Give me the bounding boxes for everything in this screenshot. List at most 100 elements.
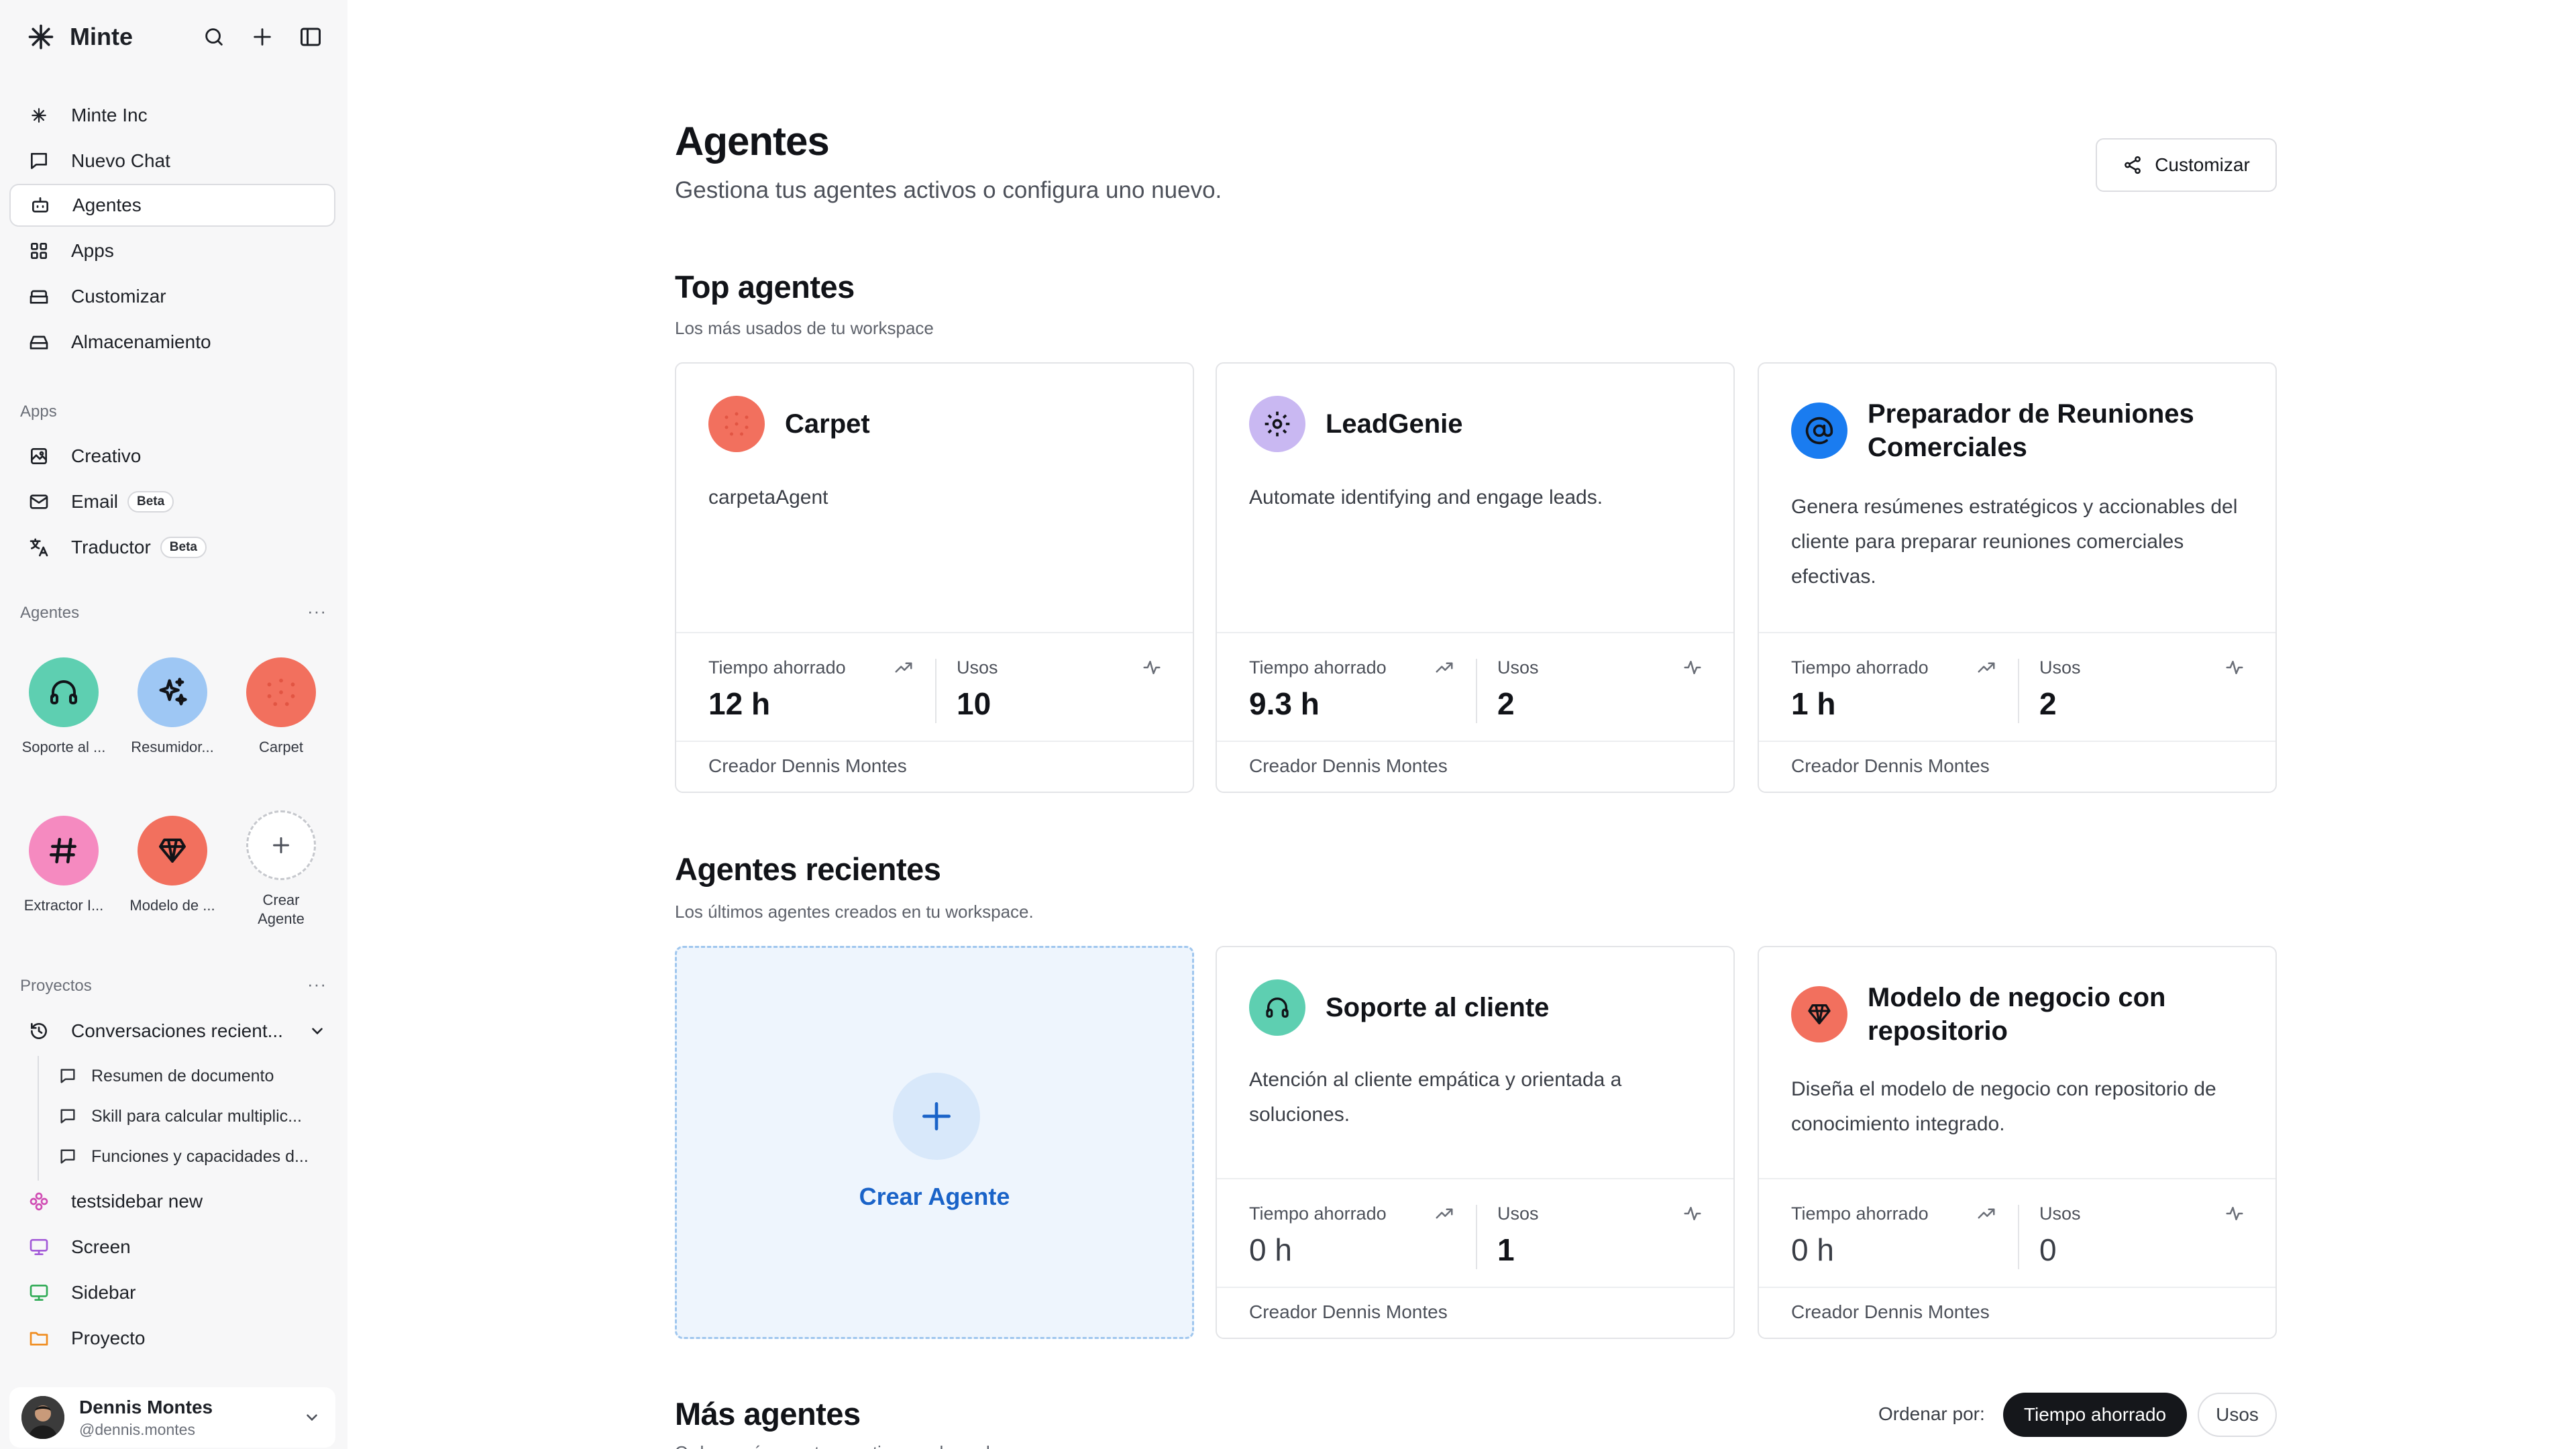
sidebar-agent-carpet[interactable]: Carpet bbox=[231, 657, 331, 757]
sidebar-item-label: Nuevo Chat bbox=[71, 150, 170, 171]
sidebar: Minte Minte Inc Nuevo Chat Agentes Apps … bbox=[0, 0, 347, 1449]
sidebar-item-apps[interactable]: Apps bbox=[9, 229, 335, 272]
sidebar-item-email[interactable]: Email Beta bbox=[9, 480, 335, 523]
agent-card-creator: Creador Dennis Montes bbox=[1249, 1301, 1448, 1322]
history-icon bbox=[27, 1019, 51, 1043]
agent-card-leadgenie[interactable]: LeadGenie Automate identifying and engag… bbox=[1216, 362, 1735, 793]
agent-card-soporte[interactable]: Soporte al cliente Atención al cliente e… bbox=[1216, 946, 1735, 1339]
sidebar-agent-soporte[interactable]: Soporte al ... bbox=[13, 657, 114, 757]
sidebar-item-label: Email bbox=[71, 491, 119, 512]
project-label: Screen bbox=[71, 1236, 131, 1257]
sort-label: Ordenar por: bbox=[1878, 1403, 1985, 1424]
section-title-top: Top agentes bbox=[675, 269, 855, 305]
project-item-testsidebar[interactable]: testsidebar new bbox=[9, 1181, 335, 1222]
chevron-down-icon[interactable] bbox=[303, 1409, 321, 1426]
time-saved-label: Tiempo ahorrado bbox=[1249, 1203, 1387, 1224]
hash-icon bbox=[29, 816, 99, 885]
sidebar-item-traductor[interactable]: Traductor Beta bbox=[9, 526, 335, 569]
sidebar-item-agentes[interactable]: Agentes bbox=[9, 184, 335, 227]
sort-option-usos[interactable]: Usos bbox=[2198, 1393, 2277, 1437]
trending-up-icon bbox=[1436, 662, 1453, 673]
trending-up-icon bbox=[1436, 1208, 1453, 1219]
sidebar-item-almacenamiento[interactable]: Almacenamiento bbox=[9, 321, 335, 364]
trending-up-icon bbox=[895, 662, 912, 673]
agent-card-creator: Creador Dennis Montes bbox=[1249, 755, 1448, 776]
sidebar-agent-name: Carpet bbox=[258, 739, 304, 755]
sidebar-agent-modelo[interactable]: Modelo de ... bbox=[122, 816, 223, 915]
project-label: Proyecto bbox=[71, 1328, 146, 1348]
user-menu[interactable]: Dennis Montes @dennis.montes bbox=[9, 1387, 335, 1448]
chevron-down-icon[interactable] bbox=[309, 1022, 326, 1040]
section-label-apps: Apps bbox=[20, 402, 57, 421]
time-saved-label: Tiempo ahorrado bbox=[1791, 1203, 1929, 1224]
sidebar-item-minte-inc[interactable]: Minte Inc bbox=[9, 94, 335, 137]
agents-more-button[interactable]: ··· bbox=[307, 601, 327, 622]
project-item-sidebar[interactable]: Sidebar bbox=[9, 1272, 335, 1313]
sidebar-toggle-icon[interactable] bbox=[295, 21, 326, 52]
sort-option-tiempo[interactable]: Tiempo ahorrado bbox=[2003, 1393, 2187, 1437]
search-icon[interactable] bbox=[199, 21, 229, 52]
conversation-item[interactable]: Funciones y capacidades d... bbox=[58, 1136, 326, 1177]
agent-card-name: Modelo de negocio con repositorio bbox=[1868, 983, 2166, 1046]
uses-label: Usos bbox=[2039, 1203, 2081, 1224]
plus-icon[interactable] bbox=[247, 21, 278, 52]
beta-badge: Beta bbox=[127, 491, 174, 513]
sidebar-item-label: Minte Inc bbox=[71, 105, 148, 125]
agent-card-name: Carpet bbox=[785, 409, 870, 439]
section-title-recent: Agentes recientes bbox=[675, 851, 941, 887]
agent-card-preparador[interactable]: Preparador de Reuniones Comerciales Gene… bbox=[1758, 362, 2277, 793]
section-subtitle-top: Los más usados de tu workspace bbox=[675, 318, 934, 338]
time-saved-label: Tiempo ahorrado bbox=[708, 657, 846, 678]
sidebar-create-agent-button[interactable]: Crear Agente bbox=[231, 810, 331, 928]
agent-card-stats: Tiempo ahorrado 12 h Usos 10 bbox=[676, 632, 1193, 742]
user-handle: @dennis.montes bbox=[79, 1420, 195, 1438]
time-saved-value: 0 h bbox=[1249, 1232, 1292, 1267]
time-saved-value: 12 h bbox=[708, 686, 771, 721]
chat-icon bbox=[58, 1146, 78, 1167]
share-icon bbox=[2125, 156, 2141, 174]
agent-card-description: carpetaAgent bbox=[708, 486, 828, 508]
agent-card-description: Atención al cliente empática y orientada… bbox=[1249, 1069, 1622, 1126]
conversation-item[interactable]: Resumen de documento bbox=[58, 1056, 326, 1096]
agent-card-stats: Tiempo ahorrado 0 h Usos 0 bbox=[1759, 1178, 2275, 1288]
project-group-conversaciones[interactable]: Conversaciones recient... bbox=[9, 1010, 335, 1052]
minte-logo-icon[interactable] bbox=[24, 20, 58, 54]
agent-card-modelo-negocio[interactable]: Modelo de negocio con repositorio Diseña… bbox=[1758, 946, 2277, 1339]
agent-card-name: Soporte al cliente bbox=[1326, 993, 1550, 1022]
sidebar-agent-name: Modelo de ... bbox=[129, 897, 215, 914]
conversation-item[interactable]: Skill para calcular multiplic... bbox=[58, 1096, 326, 1136]
sidebar-agent-resumidor[interactable]: Resumidor... bbox=[122, 657, 223, 757]
at-icon bbox=[1791, 402, 1847, 459]
activity-icon bbox=[1684, 1207, 1701, 1220]
agent-card-carpet[interactable]: Carpet carpetaAgent Tiempo ahorrado 12 h… bbox=[675, 362, 1194, 793]
create-agent-card[interactable]: Crear Agente bbox=[675, 946, 1194, 1339]
gear-icon bbox=[1249, 396, 1305, 452]
sidebar-item-nuevo-chat[interactable]: Nuevo Chat bbox=[9, 140, 335, 182]
customize-button[interactable]: Customizar bbox=[2096, 138, 2277, 192]
time-saved-value: 9.3 h bbox=[1249, 686, 1320, 721]
project-item-screen[interactable]: Screen bbox=[9, 1226, 335, 1268]
dots-icon bbox=[246, 657, 316, 727]
uses-label: Usos bbox=[957, 657, 998, 678]
activity-icon bbox=[1684, 661, 1701, 674]
plus-icon bbox=[893, 1073, 980, 1160]
agent-card-description: Genera resúmenes estratégicos y accionab… bbox=[1791, 496, 2238, 588]
headphones-icon bbox=[1249, 979, 1305, 1036]
sidebar-item-customizar[interactable]: Customizar bbox=[9, 275, 335, 318]
uses-label: Usos bbox=[2039, 657, 2081, 678]
uses-value: 2 bbox=[1497, 686, 1515, 721]
sidebar-agent-extractor[interactable]: Extractor I... bbox=[13, 816, 114, 915]
avatar bbox=[21, 1396, 64, 1439]
time-saved-value: 0 h bbox=[1791, 1232, 1834, 1267]
headphones-icon bbox=[29, 657, 99, 727]
section-title-more: Más agentes bbox=[675, 1396, 861, 1432]
sidebar-item-label: Creativo bbox=[71, 445, 142, 466]
projects-more-button[interactable]: ··· bbox=[307, 974, 327, 995]
project-item-proyecto[interactable]: Proyecto bbox=[9, 1318, 335, 1359]
sparkles-icon bbox=[138, 657, 207, 727]
chat-icon bbox=[27, 149, 51, 173]
sidebar-item-creativo[interactable]: Creativo bbox=[9, 435, 335, 478]
sidebar-item-label: Traductor bbox=[71, 537, 151, 557]
conversation-label: Skill para calcular multiplic... bbox=[91, 1106, 302, 1126]
stat-divider bbox=[2018, 659, 2019, 723]
